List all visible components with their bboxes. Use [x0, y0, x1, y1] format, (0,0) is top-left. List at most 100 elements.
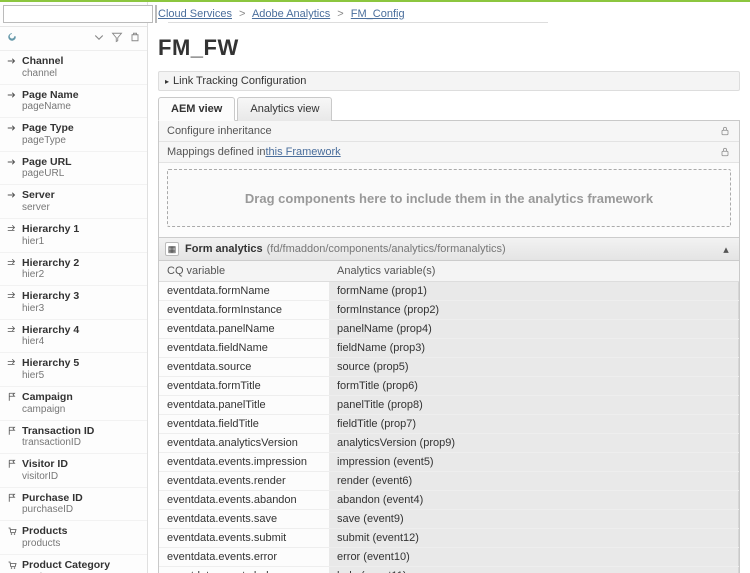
lock-icon[interactable] — [719, 146, 731, 158]
table-row[interactable]: eventdata.formInstanceformInstance (prop… — [159, 301, 739, 320]
tab-analytics-view[interactable]: Analytics view — [237, 97, 332, 121]
table-row[interactable]: eventdata.events.submitsubmit (event12) — [159, 529, 739, 548]
link-tracking-toggle[interactable]: ▸ Link Tracking Configuration — [158, 71, 740, 91]
table-row[interactable]: eventdata.analyticsVersionanalyticsVersi… — [159, 434, 739, 453]
sidebar-item-name: visitorID — [22, 471, 68, 483]
flag-icon — [4, 391, 22, 402]
delete-icon[interactable] — [129, 31, 141, 46]
configure-inheritance-row[interactable]: Configure inheritance — [159, 121, 739, 142]
main-area: Cloud Services > Adobe Analytics > FM_Co… — [148, 2, 750, 573]
search-input[interactable] — [3, 5, 153, 23]
refresh-icon[interactable] — [6, 31, 18, 46]
analytics-variable-cell[interactable]: panelName (prop4) — [329, 320, 739, 338]
sidebar-item-pageType[interactable]: Page TypepageType — [0, 118, 147, 152]
cq-variable-cell: eventdata.formName — [159, 282, 329, 300]
cq-variable-cell: eventdata.analyticsVersion — [159, 434, 329, 452]
sidebar-item-hier2[interactable]: Hierarchy 2hier2 — [0, 253, 147, 287]
analytics-variable-cell[interactable]: panelTitle (prop8) — [329, 396, 739, 414]
sidebar-item-purchaseID[interactable]: Purchase IDpurchaseID — [0, 488, 147, 522]
sidebar-item-label: Hierarchy 1 — [22, 223, 79, 236]
sidebar-item-hier4[interactable]: Hierarchy 4hier4 — [0, 320, 147, 354]
analytics-variable-cell[interactable]: formTitle (prop6) — [329, 377, 739, 395]
sidebar-item-products[interactable]: Productsproducts — [0, 521, 147, 555]
cq-variable-cell: eventdata.source — [159, 358, 329, 376]
table-row[interactable]: eventdata.formTitleformTitle (prop6) — [159, 377, 739, 396]
sidebar-item-label: Hierarchy 3 — [22, 290, 79, 303]
analytics-variable-cell[interactable]: save (event9) — [329, 510, 739, 528]
table-row[interactable]: eventdata.panelNamepanelName (prop4) — [159, 320, 739, 339]
mapping-table-scroll[interactable]: CQ variable Analytics variable(s) eventd… — [159, 261, 739, 573]
sidebar-item-label: Page Type — [22, 122, 74, 135]
tab-aem-view[interactable]: AEM view — [158, 97, 235, 121]
lock-icon[interactable] — [719, 125, 731, 137]
sidebar-item-name: pageType — [22, 135, 74, 147]
analytics-variable-cell[interactable]: source (prop5) — [329, 358, 739, 376]
sidebar-item-label: Transaction ID — [22, 425, 94, 438]
table-row[interactable]: eventdata.events.savesave (event9) — [159, 510, 739, 529]
analytics-variable-cell[interactable]: formName (prop1) — [329, 282, 739, 300]
sidebar-item-label: Page URL — [22, 156, 72, 169]
sidebar-item-label: Products — [22, 525, 68, 538]
expand-icon[interactable] — [93, 31, 105, 46]
analytics-variable-cell[interactable]: render (event6) — [329, 472, 739, 490]
analytics-variable-cell[interactable]: help (event11) — [329, 567, 739, 573]
form-analytics-header[interactable]: ▦ Form analytics (fd/fmaddon/components/… — [159, 237, 739, 261]
crumb-cloud-services[interactable]: Cloud Services — [158, 8, 232, 20]
component-dropzone[interactable]: Drag components here to include them in … — [167, 169, 731, 227]
cart-icon — [4, 525, 22, 536]
collapse-icon[interactable]: ▴ — [719, 243, 733, 256]
sidebar-item-visitorID[interactable]: Visitor IDvisitorID — [0, 454, 147, 488]
analytics-variable-cell[interactable]: impression (event5) — [329, 453, 739, 471]
sidebar-item-hier1[interactable]: Hierarchy 1hier1 — [0, 219, 147, 253]
mappings-defined-link[interactable]: this Framework — [265, 146, 340, 158]
analytics-variable-cell[interactable]: formInstance (prop2) — [329, 301, 739, 319]
crumb-fm-config[interactable]: FM_Config — [351, 8, 405, 20]
table-row[interactable]: eventdata.fieldTitlefieldTitle (prop7) — [159, 415, 739, 434]
sidebar-item-hier5[interactable]: Hierarchy 5hier5 — [0, 353, 147, 387]
sidebar-item-name: pageName — [22, 101, 79, 113]
table-row[interactable]: eventdata.events.helphelp (event11) — [159, 567, 739, 573]
col-analytics-variable[interactable]: Analytics variable(s) — [329, 261, 739, 282]
form-analytics-title: Form analytics — [185, 243, 263, 255]
sidebar-item-hier3[interactable]: Hierarchy 3hier3 — [0, 286, 147, 320]
crumb-adobe-analytics[interactable]: Adobe Analytics — [252, 8, 330, 20]
sidebar-item-server[interactable]: Serverserver — [0, 185, 147, 219]
cq-variable-cell: eventdata.events.save — [159, 510, 329, 528]
analytics-variable-cell[interactable]: fieldTitle (prop7) — [329, 415, 739, 433]
analytics-variable-cell[interactable]: analyticsVersion (prop9) — [329, 434, 739, 452]
arrow-icon — [4, 122, 22, 133]
table-row[interactable]: eventdata.events.impressionimpression (e… — [159, 453, 739, 472]
col-cq-variable[interactable]: CQ variable — [159, 261, 329, 282]
triangle-right-icon: ▸ — [165, 77, 169, 86]
analytics-variable-cell[interactable]: abandon (event4) — [329, 491, 739, 509]
flag-icon — [4, 425, 22, 436]
flag-icon — [4, 458, 22, 469]
sidebar-item-transactionID[interactable]: Transaction IDtransactionID — [0, 421, 147, 455]
sidebar-item-product-category[interactable]: Product Categoryproduct.category — [0, 555, 147, 573]
table-row[interactable]: eventdata.sourcesource (prop5) — [159, 358, 739, 377]
sidebar-item-pageURL[interactable]: Page URLpageURL — [0, 152, 147, 186]
chevron-right-icon: > — [239, 8, 245, 20]
breadcrumb: Cloud Services > Adobe Analytics > FM_Co… — [148, 2, 750, 29]
tab-panel: Configure inheritance Mappings defined i… — [158, 120, 740, 573]
table-row[interactable]: eventdata.formNameformName (prop1) — [159, 282, 739, 301]
table-row[interactable]: eventdata.events.errorerror (event10) — [159, 548, 739, 567]
arrow-icon — [4, 55, 22, 66]
sidebar-item-campaign[interactable]: Campaigncampaign — [0, 387, 147, 421]
sidebar-item-label: Page Name — [22, 89, 79, 102]
analytics-variable-cell[interactable]: submit (event12) — [329, 529, 739, 547]
filter-icon[interactable] — [111, 31, 123, 46]
sidebar-item-pageName[interactable]: Page NamepageName — [0, 85, 147, 119]
sidebar-item-channel[interactable]: Channelchannel — [0, 51, 147, 85]
table-row[interactable]: eventdata.events.abandonabandon (event4) — [159, 491, 739, 510]
arrowd-icon — [4, 290, 22, 301]
page-title: FM_FW — [148, 29, 750, 71]
flag-icon — [4, 492, 22, 503]
mappings-defined-row: Mappings defined in this Framework — [159, 142, 739, 163]
variable-list[interactable]: ChannelchannelPage NamepageNamePage Type… — [0, 51, 147, 573]
analytics-variable-cell[interactable]: fieldName (prop3) — [329, 339, 739, 357]
table-row[interactable]: eventdata.panelTitlepanelTitle (prop8) — [159, 396, 739, 415]
table-row[interactable]: eventdata.fieldNamefieldName (prop3) — [159, 339, 739, 358]
analytics-variable-cell[interactable]: error (event10) — [329, 548, 739, 566]
table-row[interactable]: eventdata.events.renderrender (event6) — [159, 472, 739, 491]
